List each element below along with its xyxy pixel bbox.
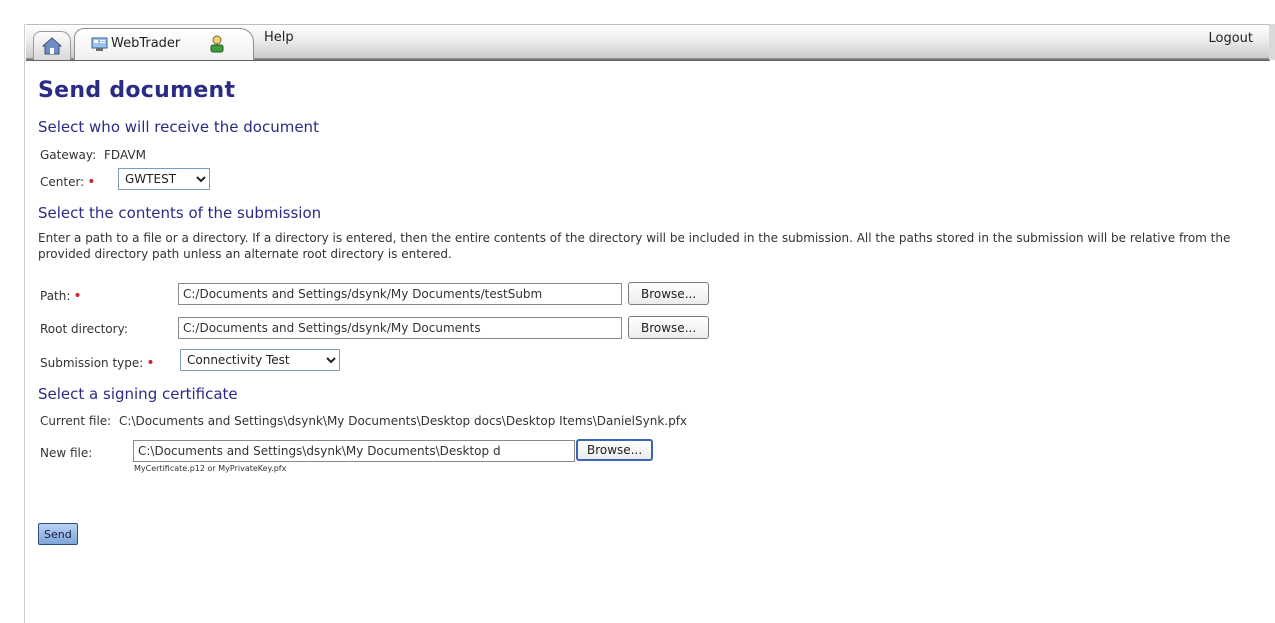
user-icon[interactable]: [209, 35, 225, 53]
logout-link[interactable]: Logout: [1208, 31, 1253, 46]
new-file-browse-button[interactable]: Browse...: [576, 439, 654, 461]
send-button[interactable]: Send: [38, 523, 78, 545]
submission-type-label-row: Submission type: •: [40, 355, 155, 371]
required-marker: •: [146, 355, 155, 371]
certificate-section-title: Select a signing certificate: [38, 385, 238, 403]
path-label: Path:: [40, 289, 71, 303]
root-directory-label: Root directory:: [40, 322, 128, 336]
submission-section-title: Select the contents of the submission: [38, 204, 322, 222]
center-label-row: Center: •: [40, 174, 96, 190]
center-select[interactable]: GWTEST: [118, 168, 210, 190]
tab-webtrader[interactable]: WebTrader: [74, 28, 254, 60]
home-icon: [42, 37, 62, 55]
page-frame-border: [24, 24, 25, 623]
new-file-label: New file:: [40, 446, 93, 460]
home-tab[interactable]: [33, 31, 71, 60]
root-label-row: Root directory:: [40, 322, 128, 336]
recipient-section-title: Select who will receive the document: [38, 118, 319, 136]
submission-type-select[interactable]: Connectivity Test: [180, 349, 340, 371]
gateway-label: Gateway:: [40, 148, 97, 162]
gateway-row: Gateway: FDAVM: [40, 148, 146, 162]
new-file-input[interactable]: [133, 440, 575, 462]
submission-type-label: Submission type:: [40, 356, 144, 370]
required-marker: •: [87, 174, 96, 190]
path-browse-button[interactable]: Browse...: [628, 282, 710, 305]
webtrader-tab-label: WebTrader: [111, 36, 181, 51]
scrollbar-stub[interactable]: [1269, 24, 1275, 60]
current-file-value: C:\Documents and Settings\dsynk\My Docum…: [119, 414, 688, 428]
current-file-row: Current file: C:\Documents and Settings\…: [40, 414, 687, 428]
new-file-label-row: New file:: [40, 446, 92, 460]
path-input[interactable]: [178, 283, 622, 305]
certificate-file-hint: MyCertificate.p12 or MyPrivateKey.pfx: [134, 464, 287, 473]
webtrader-app-icon: [91, 37, 108, 51]
required-marker: •: [73, 288, 82, 304]
root-browse-button[interactable]: Browse...: [628, 316, 710, 339]
path-label-row: Path: •: [40, 288, 82, 304]
page-title: Send document: [38, 78, 236, 103]
center-label: Center:: [40, 175, 85, 189]
help-link[interactable]: Help: [264, 30, 294, 45]
root-directory-input[interactable]: [178, 317, 622, 339]
gateway-value: FDAVM: [104, 148, 146, 162]
current-file-label: Current file:: [40, 414, 112, 428]
submission-description: Enter a path to a file or a directory. I…: [38, 231, 1231, 261]
